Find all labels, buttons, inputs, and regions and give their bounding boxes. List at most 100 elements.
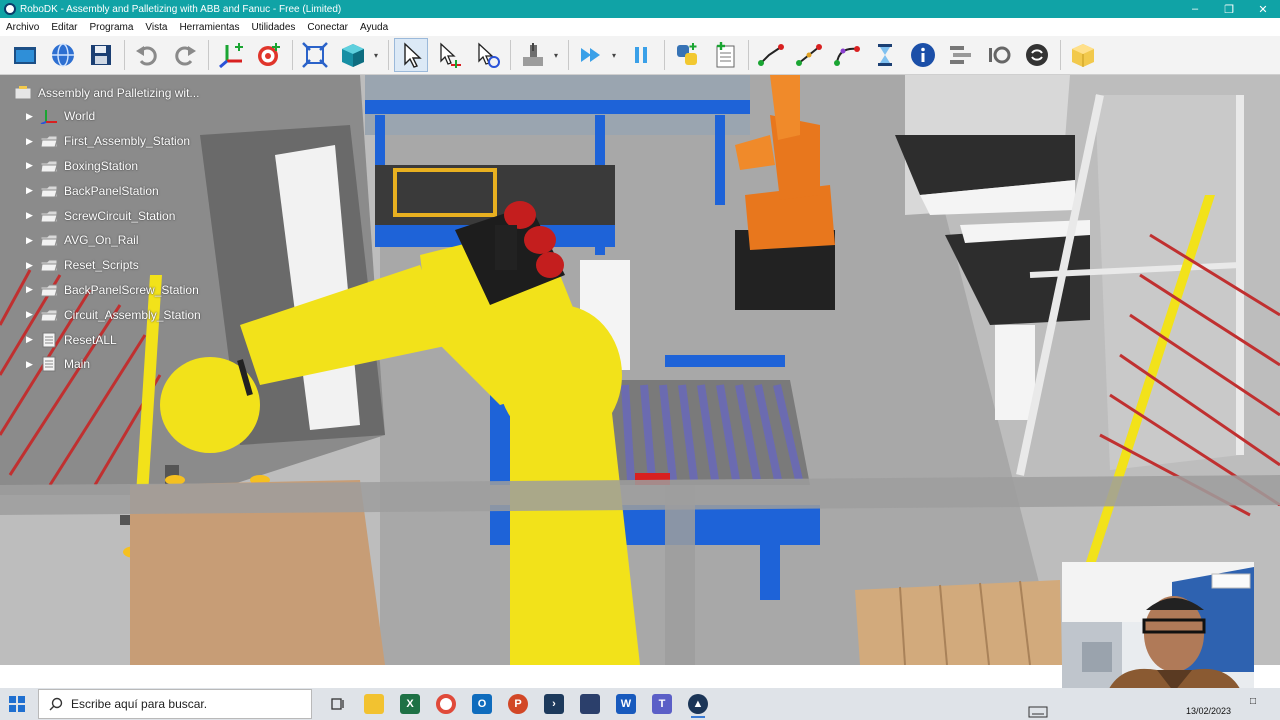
- run-program-button[interactable]: [574, 38, 608, 72]
- view-dropdown-arrow[interactable]: ▾: [374, 51, 382, 60]
- expand-arrow-icon[interactable]: ▶: [26, 185, 40, 196]
- excel-button[interactable]: X: [392, 689, 428, 719]
- terminal-button[interactable]: ›: [536, 689, 572, 719]
- expand-arrow-icon[interactable]: ▶: [26, 284, 40, 295]
- move-circular-button[interactable]: [830, 38, 864, 72]
- tree-item-avg-on-rail[interactable]: ▶ AVG_On_Rail: [14, 228, 274, 253]
- menu-programa[interactable]: Programa: [89, 22, 133, 33]
- python-button[interactable]: [670, 38, 704, 72]
- maximize-button[interactable]: ❐: [1212, 0, 1246, 18]
- move-tool-button[interactable]: [470, 38, 504, 72]
- title-bar: RoboDK - Assembly and Palletizing with A…: [0, 0, 1280, 18]
- pause-instruction-button[interactable]: [868, 38, 902, 72]
- main-toolbar: ▾ ▾ ▾: [0, 36, 1280, 75]
- tree-item-boxing-station[interactable]: ▶ BoxingStation: [14, 154, 274, 179]
- tree-item-resetall[interactable]: ▶ ResetALL: [14, 327, 274, 352]
- folder-icon: [40, 210, 58, 223]
- tree-item-backpanelscrew-station[interactable]: ▶ BackPanelScrew_Station: [14, 278, 274, 303]
- outlook-button[interactable]: O: [464, 689, 500, 719]
- notification-icon[interactable]: □: [1250, 696, 1256, 707]
- system-tray: [1028, 696, 1050, 720]
- webcam-overlay: [1062, 562, 1254, 708]
- file-explorer-button[interactable]: [356, 689, 392, 719]
- task-view-button[interactable]: [320, 689, 356, 719]
- tree-item-first-assembly-station[interactable]: ▶ First_Assembly_Station: [14, 129, 274, 154]
- pause-instruction-icon: [878, 44, 892, 66]
- expand-arrow-icon[interactable]: ▶: [26, 359, 40, 370]
- reset-view-dropdown-arrow[interactable]: ▾: [554, 51, 562, 60]
- expand-arrow-icon[interactable]: ▶: [26, 160, 40, 171]
- move-reference-icon: [440, 42, 461, 68]
- expand-arrow-icon[interactable]: ▶: [26, 309, 40, 320]
- undo-button[interactable]: [130, 38, 164, 72]
- package-button[interactable]: [1066, 38, 1100, 72]
- tree-item-screwcircuit-station[interactable]: ▶ ScrewCircuit_Station: [14, 203, 274, 228]
- windows-logo-icon: [9, 696, 25, 712]
- io-button[interactable]: [982, 38, 1016, 72]
- expand-arrow-icon[interactable]: ▶: [26, 210, 40, 221]
- tree-item-world[interactable]: ▶ World: [14, 104, 274, 129]
- robodk-taskbar-button[interactable]: ▲: [680, 689, 716, 719]
- tree-root-label: Assembly and Palletizing wit...: [38, 86, 200, 100]
- menu-herramientas[interactable]: Herramientas: [179, 22, 239, 33]
- powerpoint-icon: P: [508, 694, 528, 714]
- select-button[interactable]: [394, 38, 428, 72]
- tree-item-backpanel-station[interactable]: ▶ BackPanelStation: [14, 178, 274, 203]
- menu-editar[interactable]: Editar: [51, 22, 77, 33]
- add-reference-frame-button[interactable]: [214, 38, 248, 72]
- terminal-icon: ›: [544, 694, 564, 714]
- add-program-button[interactable]: [708, 38, 742, 72]
- expand-arrow-icon[interactable]: ▶: [26, 235, 40, 246]
- menu-conectar[interactable]: Conectar: [307, 22, 348, 33]
- teams-button[interactable]: T: [644, 689, 680, 719]
- expand-arrow-icon[interactable]: ▶: [26, 111, 40, 122]
- pause-button[interactable]: [624, 38, 658, 72]
- add-target-button[interactable]: [252, 38, 286, 72]
- toolbar-separator: [1060, 40, 1061, 70]
- iso-view-button[interactable]: [336, 38, 370, 72]
- tree-item-label: AVG_On_Rail: [64, 233, 139, 248]
- menu-vista[interactable]: Vista: [145, 22, 167, 33]
- web-library-button[interactable]: [46, 38, 80, 72]
- move-linear-button[interactable]: [792, 38, 826, 72]
- open-icon: [14, 47, 36, 64]
- expand-arrow-icon[interactable]: ▶: [26, 334, 40, 345]
- clock-date: 13/02/2023: [1186, 706, 1232, 716]
- tree-item-reset-scripts[interactable]: ▶ Reset_Scripts: [14, 253, 274, 278]
- chrome-button[interactable]: [428, 689, 464, 719]
- run-dropdown-arrow[interactable]: ▾: [612, 51, 620, 60]
- powerpoint-button[interactable]: P: [500, 689, 536, 719]
- taskbar-search-box[interactable]: Escribe aquí para buscar.: [38, 689, 312, 719]
- open-button[interactable]: [8, 38, 42, 72]
- expand-arrow-icon[interactable]: ▶: [26, 260, 40, 271]
- minimize-button[interactable]: –: [1178, 0, 1212, 18]
- move-reference-button[interactable]: [432, 38, 466, 72]
- expand-arrow-icon[interactable]: ▶: [26, 136, 40, 147]
- menu-utilidades[interactable]: Utilidades: [251, 22, 295, 33]
- folder-icon: [40, 284, 58, 297]
- move-joint-icon: [758, 44, 784, 66]
- start-button[interactable]: [0, 688, 34, 720]
- tree-item-circuit-assembly-station[interactable]: ▶ Circuit_Assembly_Station: [14, 302, 274, 327]
- move-joint-button[interactable]: [754, 38, 788, 72]
- menu-ayuda[interactable]: Ayuda: [360, 22, 388, 33]
- menu-archivo[interactable]: Archivo: [6, 22, 39, 33]
- save-button[interactable]: [84, 38, 118, 72]
- keyboard-icon[interactable]: [1028, 705, 1048, 719]
- word-button[interactable]: W: [608, 689, 644, 719]
- move-tool-icon: [478, 42, 500, 68]
- wooden-pallet: [855, 580, 1062, 665]
- fit-all-button[interactable]: [298, 38, 332, 72]
- toolbar-separator: [292, 40, 293, 70]
- tree-item-main[interactable]: ▶ Main: [14, 352, 274, 377]
- redo-button[interactable]: [168, 38, 202, 72]
- tree-root[interactable]: Assembly and Palletizing wit...: [14, 82, 274, 104]
- tree-item-label: ResetALL: [64, 332, 117, 347]
- reset-view-button[interactable]: [516, 38, 550, 72]
- loop-button[interactable]: [1020, 38, 1054, 72]
- folder-icon: [40, 135, 58, 148]
- set-variable-button[interactable]: [944, 38, 978, 72]
- info-button[interactable]: [906, 38, 940, 72]
- save-app-button[interactable]: [572, 689, 608, 719]
- close-button[interactable]: ✕: [1246, 0, 1280, 18]
